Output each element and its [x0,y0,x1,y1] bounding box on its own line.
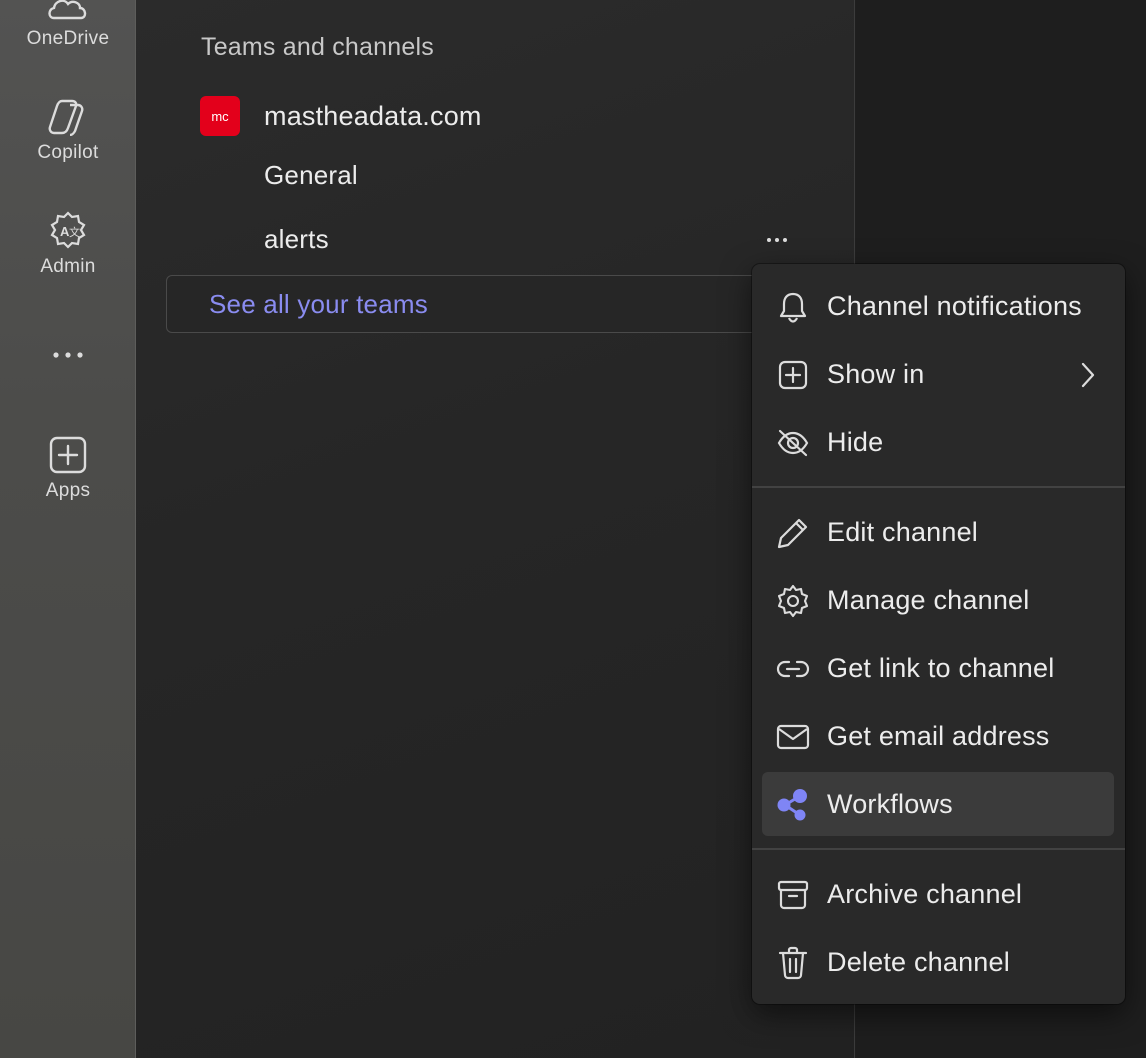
channel-context-menu: Channel notifications Show in Hide Edit … [752,264,1125,1004]
menu-item-label: Get email address [827,720,1050,751]
menu-item-label: Workflows [827,788,953,819]
menu-item-edit-channel[interactable]: Edit channel [762,500,1114,564]
rail-label: OneDrive [26,28,110,49]
menu-item-manage-channel[interactable]: Manage channel [762,568,1114,632]
rail-label: Apps [45,480,91,501]
menu-item-show-in[interactable]: Show in [762,342,1114,406]
svg-text:文: 文 [69,225,80,239]
menu-item-label: Channel notifications [827,290,1082,321]
workflows-icon [776,788,810,822]
menu-item-archive-channel[interactable]: Archive channel [762,862,1114,926]
rail-label: Copilot [37,142,99,163]
menu-item-label: Delete channel [827,946,1010,977]
add-square-icon [776,358,810,392]
archive-icon [776,878,810,912]
add-square-icon [49,436,87,474]
see-all-teams-button[interactable]: See all your teams [166,275,786,333]
menu-item-channel-notifications[interactable]: Channel notifications [762,274,1114,338]
rail-label: Admin [40,256,96,277]
menu-item-get-link[interactable]: Get link to channel [762,636,1114,700]
bell-icon [776,290,810,324]
teams-panel [136,0,855,1058]
team-name: mastheadata.com [264,100,482,131]
menu-item-label: Archive channel [827,878,1023,909]
team-row[interactable]: mc mastheadata.com [200,96,482,136]
admin-gear-icon: A 文 [50,211,86,249]
rail-item-copilot[interactable]: Copilot [0,98,136,164]
rail-item-admin[interactable]: A 文 Admin [0,210,136,278]
chevron-right-icon [1080,362,1096,393]
team-avatar: mc [200,96,240,136]
see-all-teams-label: See all your teams [209,288,428,319]
menu-item-label: Edit channel [827,516,979,547]
trash-icon [776,946,810,980]
channel-general[interactable]: General [264,160,358,191]
channel-alerts[interactable]: alerts [264,224,329,255]
menu-item-label: Manage channel [827,584,1030,615]
channel-more-options-button[interactable] [760,226,794,254]
gear-icon [776,584,810,618]
menu-item-workflows[interactable]: Workflows [762,772,1114,836]
rail-item-more[interactable] [0,348,136,362]
pencil-icon [776,516,810,550]
rail-item-apps[interactable]: Apps [0,436,136,502]
dot [767,238,771,242]
menu-item-label: Show in [827,358,925,389]
eye-off-icon [776,426,810,460]
menu-item-delete-channel[interactable]: Delete channel [762,930,1114,994]
dot [775,238,779,242]
menu-divider [752,848,1125,850]
app-rail: OneDrive Copilot A 文 Admin Apps [0,0,136,1058]
menu-item-hide[interactable]: Hide [762,410,1114,474]
menu-item-label: Get link to channel [827,652,1055,683]
rail-item-onedrive[interactable]: OneDrive [0,0,136,50]
dot [783,238,787,242]
copilot-icon [48,99,84,136]
mail-icon [776,720,810,754]
section-title: Teams and channels [201,33,434,61]
menu-item-get-email[interactable]: Get email address [762,704,1114,768]
link-icon [776,652,810,686]
menu-item-label: Hide [827,426,884,457]
menu-divider [752,486,1125,488]
cloud-icon [48,0,87,20]
more-horizontal-icon [53,352,83,358]
